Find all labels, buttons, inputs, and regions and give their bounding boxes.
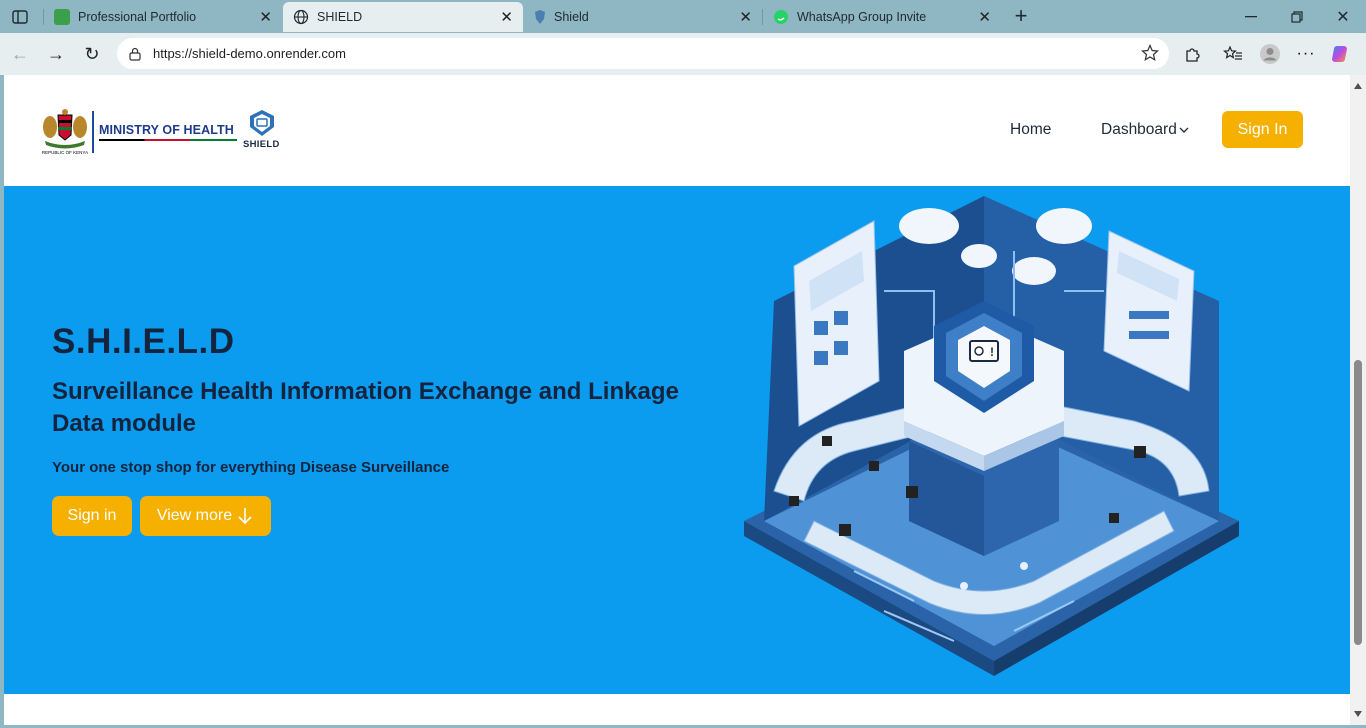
globe-icon	[293, 9, 309, 25]
svg-text:!: !	[990, 345, 994, 359]
extensions-button[interactable]	[1180, 41, 1206, 67]
restore-button[interactable]	[1274, 0, 1320, 33]
avatar-icon	[1260, 44, 1280, 64]
close-icon: ✕	[1336, 8, 1350, 26]
minimize-button[interactable]	[1228, 0, 1274, 33]
tab-shield[interactable]: Shield ✕	[524, 2, 762, 32]
reload-button[interactable]: ↻	[78, 40, 106, 68]
settings-more-button[interactable]: ···	[1293, 41, 1319, 67]
minimize-icon	[1245, 15, 1257, 17]
scroll-thumb[interactable]	[1354, 360, 1362, 645]
ministry-name: MINISTRY OF HEALTH	[99, 123, 234, 137]
page-scrollbar[interactable]	[1350, 75, 1366, 725]
new-tab-button[interactable]: +	[1008, 3, 1034, 29]
tab-bar: Professional Portfolio ✕ SHIELD ✕ Shield…	[0, 0, 1366, 33]
sidebar-icon	[12, 10, 28, 24]
restore-icon	[1291, 10, 1303, 23]
copilot-button[interactable]	[1329, 41, 1355, 67]
shield-icon	[535, 10, 545, 24]
scroll-up-arrow-icon[interactable]	[1354, 83, 1362, 89]
shield-logo-text: SHIELD	[243, 139, 280, 150]
tab-title: Professional Portfolio	[78, 10, 197, 24]
whatsapp-icon	[774, 10, 788, 24]
tab-actions-button[interactable]	[8, 6, 32, 28]
tab-title: SHIELD	[317, 10, 363, 24]
tab-whatsapp[interactable]: WhatsApp Group Invite ✕	[763, 2, 1001, 32]
forward-button[interactable]: →	[42, 40, 70, 68]
arrow-down-icon	[238, 508, 252, 525]
hero-section: S.H.I.E.L.D Surveillance Health Informat…	[4, 186, 1350, 694]
header-sign-in-button[interactable]: Sign In	[1222, 111, 1303, 148]
more-icon: ···	[1296, 45, 1316, 62]
scroll-down-arrow-icon[interactable]	[1354, 711, 1362, 717]
url-text: https://shield-demo.onrender.com	[153, 46, 346, 61]
browser-toolbar: ← → ↻ https://shield-demo.onrender.com ·…	[0, 33, 1366, 75]
view-more-label: View more	[156, 507, 233, 524]
hero-subtitle: Surveillance Health Information Exchange…	[52, 378, 679, 437]
portfolio-icon	[54, 9, 70, 25]
site-header: REPUBLIC OF KENYA MINISTRY OF HEALTH SHI…	[4, 75, 1350, 186]
favorites-icon	[1223, 45, 1242, 60]
hero-sign-in-button[interactable]: Sign in	[52, 496, 132, 536]
flag-stripe	[99, 139, 237, 141]
view-more-button[interactable]: View more	[140, 496, 271, 536]
favorites-button[interactable]	[1220, 41, 1246, 67]
close-icon[interactable]: ✕	[739, 8, 752, 26]
arrow-left-icon: ←	[11, 43, 29, 64]
close-window-button[interactable]: ✕	[1320, 0, 1366, 33]
reload-icon: ↻	[84, 43, 100, 64]
shield-logo-icon	[250, 110, 274, 136]
page-viewport: REPUBLIC OF KENYA MINISTRY OF HEALTH SHI…	[4, 75, 1350, 725]
nav-dashboard-label: Dashboard	[1101, 121, 1177, 138]
plus-icon: +	[1014, 3, 1028, 28]
nav-home-link[interactable]: Home	[1010, 121, 1051, 139]
logo-divider	[92, 111, 94, 153]
hero-isometric-illustration: !	[744, 196, 1239, 676]
close-icon[interactable]: ✕	[978, 8, 991, 26]
profile-avatar[interactable]	[1257, 41, 1283, 67]
nav-dashboard-dropdown[interactable]: Dashboard	[1101, 121, 1189, 139]
tab-title: WhatsApp Group Invite	[797, 10, 927, 24]
copilot-icon	[1332, 46, 1347, 62]
back-button[interactable]: ←	[6, 40, 34, 68]
chevron-down-icon	[1179, 127, 1189, 133]
lock-icon	[129, 47, 141, 61]
tab-shield-active[interactable]: SHIELD ✕	[283, 2, 523, 32]
hero-tagline: Your one stop shop for everything Diseas…	[52, 459, 450, 476]
arrow-right-icon: →	[47, 43, 65, 64]
close-icon[interactable]: ✕	[500, 8, 513, 26]
coat-of-arms-logo: REPUBLIC OF KENYA	[42, 109, 88, 155]
favorite-star-icon[interactable]	[1141, 44, 1159, 62]
close-icon[interactable]: ✕	[259, 8, 272, 26]
puzzle-icon	[1186, 48, 1200, 62]
address-bar[interactable]: https://shield-demo.onrender.com	[117, 38, 1169, 69]
tab-professional-portfolio[interactable]: Professional Portfolio ✕	[44, 2, 282, 32]
hero-title: S.H.I.E.L.D	[52, 322, 235, 361]
tab-title: Shield	[554, 10, 589, 24]
svg-text:REPUBLIC OF KENYA: REPUBLIC OF KENYA	[42, 150, 88, 155]
